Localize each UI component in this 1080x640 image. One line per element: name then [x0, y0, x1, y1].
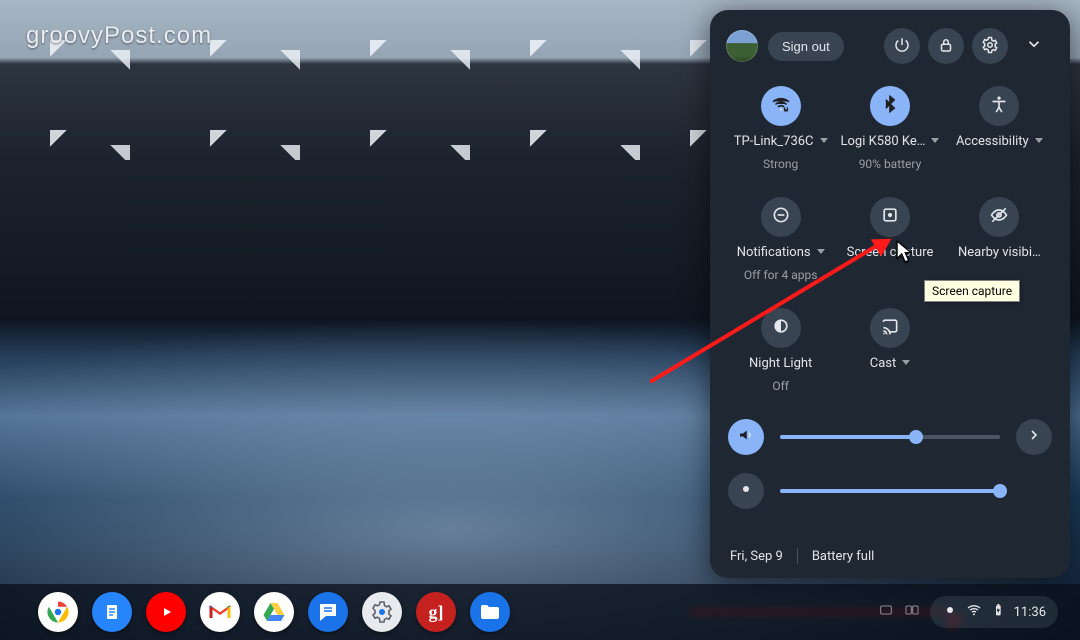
app-gmail[interactable]: [200, 592, 240, 632]
overview-icon: [904, 602, 920, 622]
tile-wifi[interactable]: TP-Link_736C Strong: [726, 86, 835, 171]
volume-row: [728, 419, 1052, 455]
audio-expand[interactable]: [1016, 419, 1052, 455]
status-area[interactable]: 11:36: [930, 596, 1058, 628]
chevron-down-icon: [1025, 35, 1043, 57]
panel-header: Sign out: [722, 26, 1058, 78]
notification-icon: [942, 602, 958, 622]
tile-nearby-visibility[interactable]: Nearby visibi…: [945, 197, 1054, 282]
power-icon: [893, 36, 911, 57]
battery-tray-icon: [990, 602, 1006, 622]
footer-divider: [797, 548, 798, 564]
collapse-panel[interactable]: [1016, 28, 1052, 64]
accessibility-icon: [989, 94, 1009, 118]
app-chrome[interactable]: [38, 592, 78, 632]
app-messages[interactable]: [308, 592, 348, 632]
ime-icon: [878, 602, 894, 622]
tile-notifications-label: Notifications: [737, 245, 825, 260]
tile-wifi-sub: Strong: [763, 157, 798, 171]
bluetooth-icon: [880, 94, 900, 118]
brightness-toggle[interactable]: [728, 473, 764, 509]
tooltip-screen-capture: Screen capture: [924, 280, 1020, 302]
tile-accessibility[interactable]: Accessibility: [945, 86, 1054, 171]
footer-date: Fri, Sep 9: [730, 549, 783, 564]
wifi-tray-icon: [966, 602, 982, 622]
lock-icon: [937, 36, 955, 57]
footer-battery: Battery full: [812, 549, 874, 564]
screen-capture-icon: [880, 205, 900, 229]
app-youtube[interactable]: [146, 592, 186, 632]
tile-bluetooth-sub: 90% battery: [859, 157, 922, 171]
app-settings[interactable]: [362, 592, 402, 632]
avatar[interactable]: [726, 30, 758, 62]
app-drive[interactable]: [254, 592, 294, 632]
sliders: [722, 419, 1058, 509]
app-gp-icon[interactable]: g]: [416, 592, 456, 632]
cast-icon: [880, 316, 900, 340]
tile-night-light[interactable]: Night Light Off: [726, 308, 835, 393]
wifi-icon: [771, 94, 791, 118]
app-files[interactable]: [470, 592, 510, 632]
volume-slider[interactable]: [780, 435, 1000, 439]
app-docs[interactable]: [92, 592, 132, 632]
brightness-slider[interactable]: [780, 489, 1000, 493]
chevron-right-icon: [1026, 427, 1042, 447]
shelf-apps: g]: [38, 592, 510, 632]
volume-icon: [737, 426, 755, 448]
shelf: g] 11:36: [0, 584, 1080, 640]
tile-cast-label: Cast: [870, 356, 911, 371]
site-watermark: groovyPost.com: [26, 22, 212, 50]
tile-nearby-label: Nearby visibi…: [958, 245, 1041, 260]
visibility-off-icon: [989, 205, 1009, 229]
gear-icon: [981, 36, 999, 57]
tile-notifications-sub: Off for 4 apps: [744, 268, 818, 282]
power-button[interactable]: [884, 28, 920, 64]
brightness-row: [728, 473, 1052, 509]
tile-wifi-label: TP-Link_736C: [734, 134, 828, 149]
panel-footer: Fri, Sep 9 Battery full: [722, 534, 1058, 568]
tile-cast[interactable]: Cast: [835, 308, 944, 393]
volume-toggle[interactable]: [728, 419, 764, 455]
sign-out-button[interactable]: Sign out: [768, 32, 844, 61]
tile-notifications[interactable]: Notifications Off for 4 apps: [726, 197, 835, 282]
lock-button[interactable]: [928, 28, 964, 64]
brightness-icon: [737, 480, 755, 502]
tray-clock: 11:36: [1014, 605, 1046, 620]
tile-night-light-sub: Off: [772, 379, 789, 393]
system-tray[interactable]: 11:36: [870, 596, 1066, 628]
tile-bluetooth[interactable]: Logi K580 Ke… 90% battery: [835, 86, 944, 171]
night-light-icon: [771, 316, 791, 340]
tile-accessibility-label: Accessibility: [956, 134, 1043, 149]
tile-bluetooth-label: Logi K580 Ke…: [841, 134, 940, 149]
do-not-disturb-icon: [771, 205, 791, 229]
settings-button[interactable]: [972, 28, 1008, 64]
tile-night-light-label: Night Light: [749, 356, 812, 371]
